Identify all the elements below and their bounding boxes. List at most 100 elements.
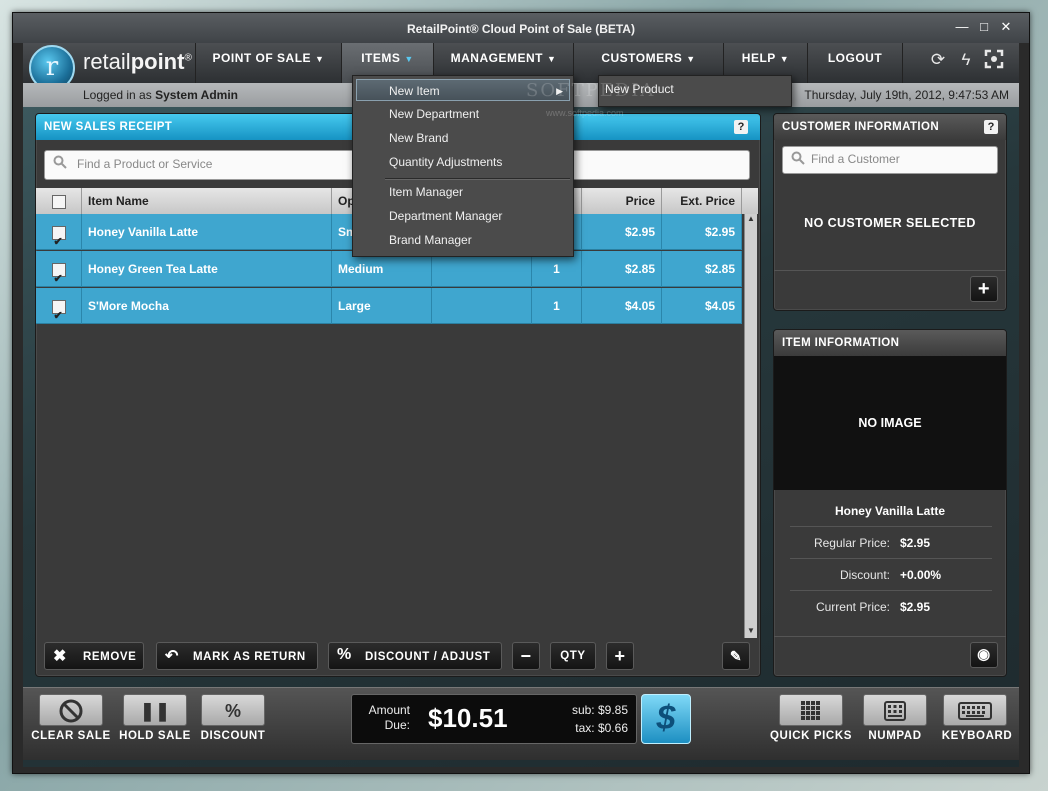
current-price-label: Current Price: (815, 600, 890, 614)
amount-label-line1: Amount (368, 703, 410, 717)
brand-name-part1: retail (83, 49, 131, 74)
percent-icon: % (224, 701, 241, 721)
numpad-button[interactable] (863, 694, 927, 726)
row-checkbox-cell[interactable] (36, 288, 82, 334)
clear-sale-button[interactable] (39, 694, 103, 726)
header-ext-price[interactable]: Ext. Price (662, 188, 742, 214)
row-ext-price: $2.95 (662, 214, 742, 250)
customer-help-button[interactable]: ? (984, 120, 998, 134)
menu-item-new-brand[interactable]: New Brand (353, 127, 573, 149)
qty-label: QTY (550, 642, 596, 670)
customer-info-panel: CUSTOMER INFORMATION ? Find a Customer N… (773, 113, 1007, 311)
chevron-down-icon: ▼ (546, 54, 557, 64)
percent-icon: % (337, 646, 352, 663)
discount-button[interactable]: % (201, 694, 265, 726)
chevron-down-icon: ▼ (315, 54, 325, 64)
footer-bar: CLEAR SALE ❚❚ HOLD SALE % DISCOUNT Amoun… (23, 687, 1019, 760)
return-arrow-icon: ↶ (165, 648, 180, 665)
watermark: SOFTPEDIA (526, 80, 656, 101)
row-blank (432, 288, 532, 324)
checkbox[interactable] (51, 261, 66, 297)
lightning-icon[interactable]: ϟ (955, 49, 977, 71)
view-item-button[interactable]: ◉ (970, 642, 998, 668)
edit-button[interactable]: ✎ (722, 642, 750, 670)
menu-logout[interactable]: LOGOUT (807, 43, 903, 83)
pencil-icon: ✎ (729, 648, 743, 664)
prohibited-icon (59, 699, 83, 723)
table-row[interactable]: S'More Mocha Large 1 $4.05 $4.05 (36, 288, 742, 334)
numpad-label: NUMPAD (868, 730, 922, 742)
hold-sale-button[interactable]: ❚❚ (123, 694, 187, 726)
menu-point-of-sale[interactable]: POINT OF SALE ▼ (195, 43, 341, 83)
checkbox[interactable] (51, 298, 66, 334)
header-price[interactable]: Price (582, 188, 662, 214)
customer-title: CUSTOMER INFORMATION (782, 121, 940, 133)
receipt-grid-body: Honey Vanilla Latte Sm $2.95 $2.95 Honey… (36, 214, 742, 654)
remove-button[interactable]: ✖ REMOVE (44, 642, 144, 670)
keyboard-button[interactable] (943, 694, 1007, 726)
quick-picks-button[interactable] (779, 694, 843, 726)
row-price: $2.95 (582, 214, 662, 250)
fullscreen-icon[interactable] (983, 49, 1005, 71)
keyboard-label: KEYBOARD (941, 730, 1013, 742)
grid-icon (801, 701, 820, 720)
item-name: Honey Vanilla Latte (834, 504, 946, 518)
menu-label: POINT OF SALE (212, 51, 312, 65)
row-item-name: Honey Green Tea Latte (82, 251, 332, 287)
pay-button[interactable]: $ (641, 694, 691, 744)
checkbox[interactable] (51, 194, 66, 209)
menu-item-item-manager[interactable]: Item Manager (353, 181, 573, 203)
grid-scrollbar[interactable]: ▲ ▼ (744, 214, 757, 638)
row-price: $4.05 (582, 288, 662, 324)
amount-due-display: Amount Due: $10.51 sub: $9.85 tax: $0.66 (351, 694, 637, 744)
qty-increase-button[interactable]: + (606, 642, 634, 670)
header-item-name[interactable]: Item Name (82, 188, 332, 214)
maximize-button[interactable]: □ (975, 18, 993, 36)
discount-label: DISCOUNT (200, 730, 266, 742)
menu-item-brand-manager[interactable]: Brand Manager (353, 229, 573, 251)
customer-search-input[interactable]: Find a Customer (782, 146, 998, 174)
row-qty: 1 (532, 288, 582, 324)
menu-label: ITEMS (361, 51, 401, 65)
discount-adjust-label: DISCOUNT / ADJUST (365, 651, 491, 663)
discount-label: Discount: (839, 568, 890, 582)
menu-item-department-manager[interactable]: Department Manager (353, 205, 573, 227)
menu-label: MANAGEMENT (450, 51, 543, 65)
header-select-all[interactable] (36, 188, 82, 214)
receipt-help-button[interactable]: ? (734, 120, 748, 134)
amount-due-value: $10.51 (428, 703, 508, 733)
scroll-up-icon[interactable]: ▲ (746, 214, 756, 224)
row-item-name: S'More Mocha (82, 288, 332, 324)
menu-item-label: New Item (389, 84, 440, 98)
plus-icon: + (977, 278, 991, 300)
numpad-icon (884, 701, 906, 721)
menu-separator (385, 178, 570, 180)
scroll-down-icon[interactable]: ▼ (746, 626, 756, 636)
add-customer-button[interactable]: + (970, 276, 998, 302)
chevron-down-icon: ▼ (404, 54, 414, 64)
keyboard-icon (958, 702, 992, 720)
row-checkbox-cell[interactable] (36, 214, 82, 260)
qty-decrease-button[interactable]: − (512, 642, 540, 670)
no-customer-text: NO CUSTOMER SELECTED (804, 216, 976, 230)
logged-in-text: Logged in as System Admin (83, 88, 238, 102)
close-button[interactable]: ✕ (997, 18, 1015, 36)
menu-item-quantity-adjustments[interactable]: Quantity Adjustments (353, 151, 573, 173)
discount-value: +0.00% (900, 568, 942, 582)
mark-as-return-button[interactable]: ↶ MARK AS RETURN (156, 642, 318, 670)
chevron-down-icon: ▼ (779, 54, 790, 64)
items-dropdown-menu: New Item ▶ New Department New Brand Quan… (352, 75, 574, 257)
item-info-header: ITEM INFORMATION (774, 330, 1006, 356)
minimize-button[interactable]: — (953, 18, 971, 36)
discount-adjust-button[interactable]: % DISCOUNT / ADJUST (328, 642, 502, 670)
search-placeholder: Find a Customer (811, 152, 900, 166)
hold-sale-label: HOLD SALE (119, 730, 191, 742)
row-checkbox-cell[interactable] (36, 251, 82, 297)
sync-icon[interactable]: ⟳ (927, 49, 949, 71)
checkbox[interactable] (51, 224, 66, 260)
brand-name: retailpoint® (83, 49, 192, 75)
minus-icon: − (520, 646, 532, 666)
menu-item-new-department[interactable]: New Department (353, 103, 573, 125)
dollar-icon: $ (656, 699, 676, 737)
divider (790, 526, 992, 527)
